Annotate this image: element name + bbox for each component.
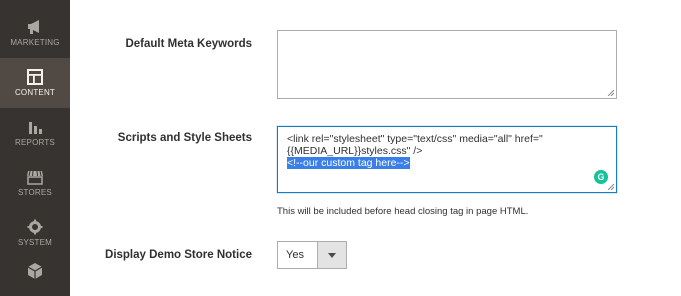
storefront-icon: [27, 170, 43, 185]
demo-notice-select[interactable]: Yes: [277, 241, 347, 269]
demo-notice-value: Yes: [286, 249, 304, 261]
code-line: <link rel="stylesheet" type="text/css" m…: [287, 133, 543, 145]
nav-label-system: SYSTEM: [17, 238, 53, 247]
nav-label-marketing: MARKETING: [10, 38, 60, 47]
admin-sidebar: MARKETING CONTENT REPORTS STORES SYSTEM: [0, 0, 70, 296]
nav-label-stores: STORES: [18, 188, 52, 197]
content-layout-icon: [27, 69, 43, 85]
package-box-icon: [27, 263, 43, 279]
meta-keywords-textarea[interactable]: [277, 30, 617, 99]
field-label-scripts: Scripts and Style Sheets: [117, 132, 252, 144]
scripts-textarea[interactable]: <link rel="stylesheet" type="text/css" m…: [277, 126, 617, 193]
code-line: {{MEDIA_URL}}styles.css" />: [287, 145, 423, 157]
dropdown-toggle[interactable]: [317, 242, 346, 268]
nav-item-stores[interactable]: STORES: [0, 158, 70, 208]
selected-code-line: <!--our custom tag here-->: [287, 157, 410, 169]
nav-item-system[interactable]: SYSTEM: [0, 208, 70, 258]
megaphone-icon: [28, 20, 39, 34]
gear-icon: [27, 219, 43, 235]
nav-item-marketing[interactable]: MARKETING: [0, 8, 70, 58]
field-label-demo-notice: Display Demo Store Notice: [105, 249, 252, 261]
resize-handle-icon[interactable]: [607, 183, 614, 190]
nav-item-content[interactable]: CONTENT: [0, 58, 70, 108]
nav-label-reports: REPORTS: [15, 138, 55, 147]
scripts-field-note: This will be included before head closin…: [277, 206, 529, 217]
resize-handle-icon[interactable]: [607, 89, 614, 96]
field-label-meta-keywords: Default Meta Keywords: [125, 38, 252, 50]
bar-chart-icon: [29, 122, 42, 134]
caret-down-icon: [328, 252, 336, 258]
grammarly-icon[interactable]: G: [594, 170, 608, 184]
nav-item-reports[interactable]: REPORTS: [0, 108, 70, 158]
nav-item-extensions[interactable]: [0, 258, 70, 296]
scripts-textarea-content[interactable]: <link rel="stylesheet" type="text/css" m…: [287, 133, 586, 169]
nav-label-content: CONTENT: [14, 88, 56, 97]
